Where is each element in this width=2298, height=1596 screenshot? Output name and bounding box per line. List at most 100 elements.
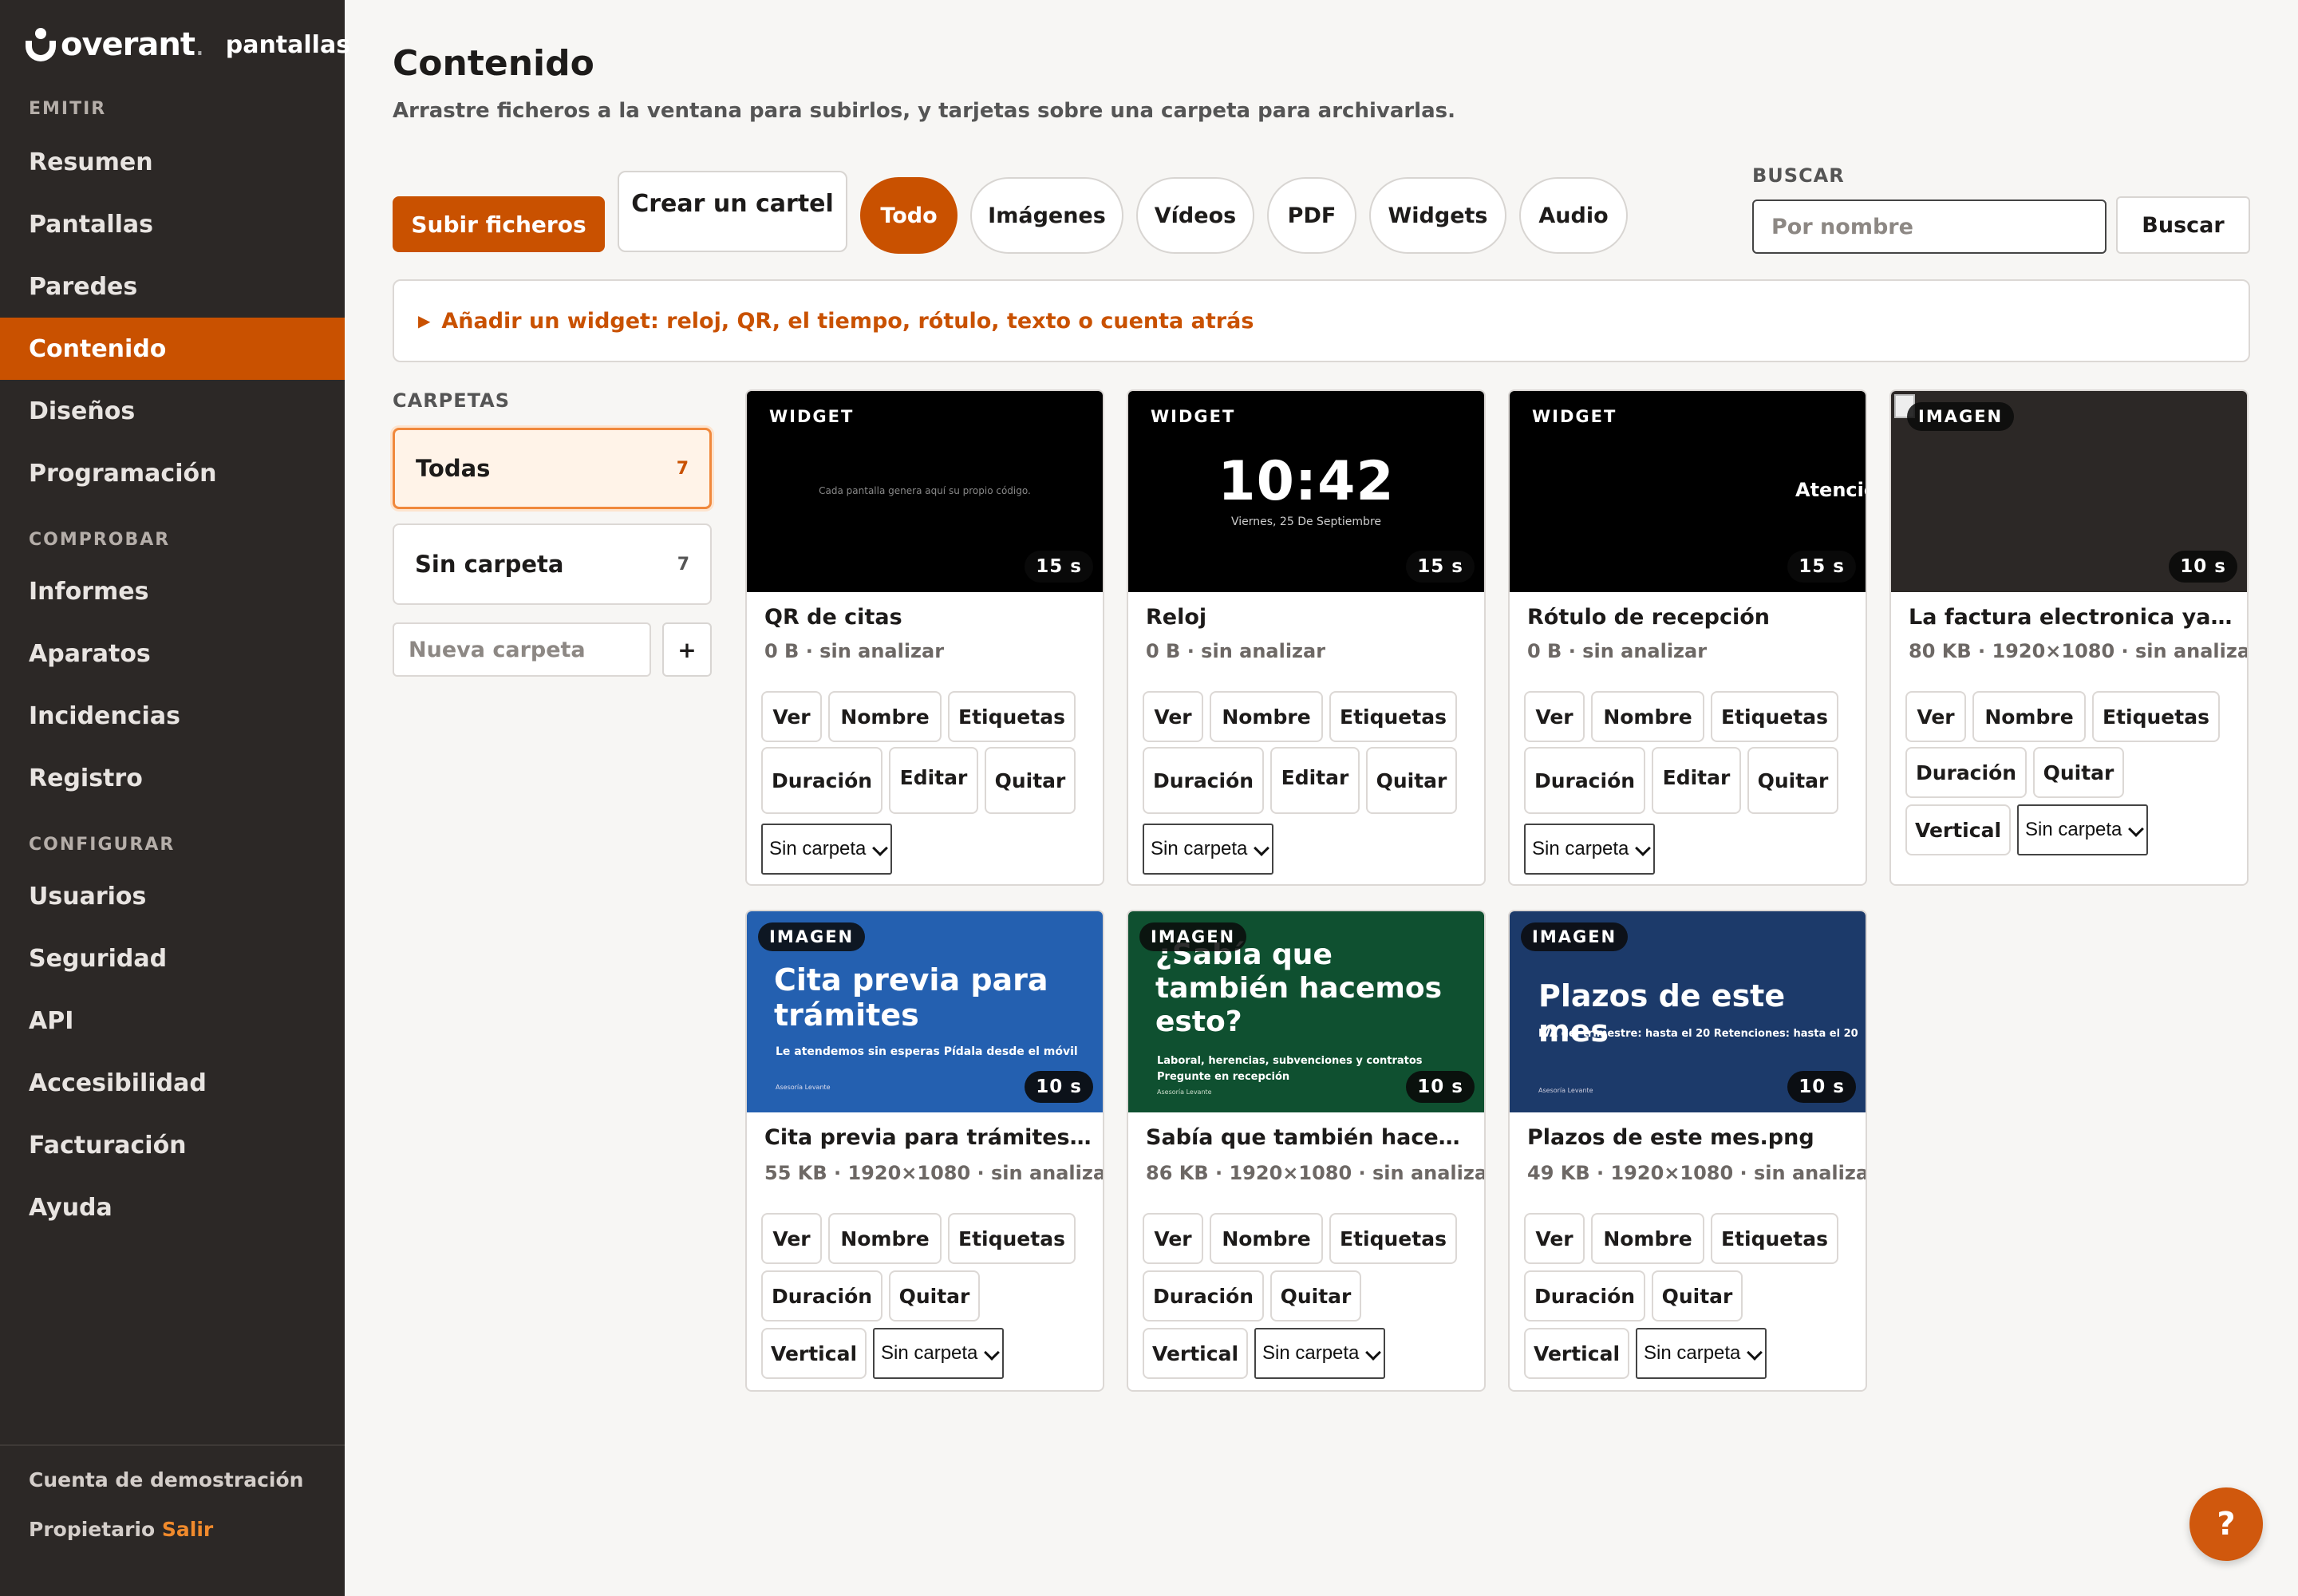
card-thumbnail[interactable]: WIDGET Atenció 15 s — [1510, 391, 1866, 592]
content-card-cita-previa[interactable]: IMAGEN Cita previa para trámites Le aten… — [745, 910, 1104, 1392]
nav-item-incidencias[interactable]: Incidencias — [0, 685, 345, 747]
view-button[interactable]: Ver — [1905, 691, 1966, 742]
vertical-button[interactable]: Vertical — [1524, 1328, 1629, 1379]
nav-item-programacion[interactable]: Programación — [0, 442, 345, 504]
folder-select[interactable]: Sin carpeta — [1524, 824, 1655, 875]
duration-button[interactable]: Duración — [1524, 1270, 1645, 1321]
tags-button[interactable]: Etiquetas — [1329, 1213, 1457, 1264]
folder-select[interactable]: Sin carpeta — [1143, 824, 1273, 875]
nav-item-usuarios[interactable]: Usuarios — [0, 865, 345, 927]
create-poster-button[interactable]: Crear un cartel — [618, 171, 847, 252]
duration-button[interactable]: Duración — [761, 1270, 882, 1321]
tags-button[interactable]: Etiquetas — [1711, 1213, 1838, 1264]
folder-todas[interactable]: Todas 7 — [393, 428, 712, 509]
tags-button[interactable]: Etiquetas — [1711, 691, 1838, 742]
content-card-plazos[interactable]: IMAGEN Plazos de este mes IVA del trimes… — [1508, 910, 1867, 1392]
folder-select[interactable]: Sin carpeta — [1254, 1328, 1385, 1379]
preview-footer: Asesoría Levante — [1157, 1088, 1212, 1096]
content-card-rotulo[interactable]: WIDGET Atenció 15 s Rótulo de recepción … — [1508, 389, 1867, 886]
nav-item-aparatos[interactable]: Aparatos — [0, 622, 345, 685]
content-card-factura[interactable]: IMAGEN 10 s La factura electronica ya es… — [1889, 389, 2249, 886]
duration-button[interactable]: Duración — [1143, 747, 1264, 814]
vertical-button[interactable]: Vertical — [1905, 804, 2011, 855]
content-card-reloj[interactable]: WIDGET 10:42 Viernes, 25 De Septiembre 1… — [1127, 389, 1486, 886]
tags-button[interactable]: Etiquetas — [1329, 691, 1457, 742]
clock-preview-date: Viernes, 25 De Septiembre — [1230, 516, 1382, 528]
folder-select[interactable]: Sin carpeta — [2017, 804, 2148, 855]
edit-button[interactable]: Editar — [1652, 747, 1741, 814]
duration-button[interactable]: Duración — [1905, 747, 2027, 798]
content-card-sabia-que[interactable]: ¿Sabía que también hacemos esto? IMAGEN … — [1127, 910, 1486, 1392]
filter-chip-widgets[interactable]: Widgets — [1369, 177, 1506, 254]
upload-files-button[interactable]: Subir ficheros — [393, 196, 605, 252]
card-thumbnail[interactable]: IMAGEN Plazos de este mes IVA del trimes… — [1510, 911, 1866, 1112]
edit-button[interactable]: Editar — [1270, 747, 1360, 814]
folder-select[interactable]: Sin carpeta — [873, 1328, 1004, 1379]
view-button[interactable]: Ver — [1524, 691, 1585, 742]
remove-button[interactable]: Quitar — [1366, 747, 1457, 814]
content-card-qr[interactable]: WIDGET Cada pantalla genera aquí su prop… — [745, 389, 1104, 886]
tags-button[interactable]: Etiquetas — [2092, 691, 2220, 742]
card-thumbnail[interactable]: WIDGET 10:42 Viernes, 25 De Septiembre 1… — [1128, 391, 1484, 592]
remove-button[interactable]: Quitar — [985, 747, 1076, 814]
rename-button[interactable]: Nombre — [1210, 1213, 1323, 1264]
tags-button[interactable]: Etiquetas — [948, 691, 1076, 742]
nav-item-paredes[interactable]: Paredes — [0, 255, 345, 318]
view-button[interactable]: Ver — [1524, 1213, 1585, 1264]
card-thumbnail[interactable]: IMAGEN Cita previa para trámites Le aten… — [747, 911, 1103, 1112]
filter-chip-imagenes[interactable]: Imágenes — [970, 177, 1123, 254]
filter-chip-pdf[interactable]: PDF — [1267, 177, 1356, 254]
nav-item-registro[interactable]: Registro — [0, 747, 345, 809]
remove-button[interactable]: Quitar — [2033, 747, 2124, 798]
nav-item-pantallas[interactable]: Pantallas — [0, 193, 345, 255]
view-button[interactable]: Ver — [1143, 1213, 1203, 1264]
view-button[interactable]: Ver — [761, 1213, 822, 1264]
page-subtitle: Arrastre ficheros a la ventana para subi… — [393, 99, 1455, 123]
brand-logo[interactable]: overant . pantallas — [24, 24, 350, 65]
add-widget-disclosure[interactable]: ▶ Añadir un widget: reloj, QR, el tiempo… — [393, 279, 2250, 362]
nav-item-facturacion[interactable]: Facturación — [0, 1114, 345, 1176]
folder-sin-carpeta[interactable]: Sin carpeta 7 — [393, 523, 712, 605]
card-thumbnail[interactable]: ¿Sabía que también hacemos esto? IMAGEN … — [1128, 911, 1484, 1112]
remove-button[interactable]: Quitar — [1270, 1270, 1361, 1321]
rename-button[interactable]: Nombre — [1972, 691, 2086, 742]
nav-item-api[interactable]: API — [0, 990, 345, 1052]
nav-item-informes[interactable]: Informes — [0, 560, 345, 622]
nav-item-seguridad[interactable]: Seguridad — [0, 927, 345, 990]
nav-item-contenido[interactable]: Contenido — [0, 318, 345, 380]
help-button[interactable]: ? — [2189, 1487, 2263, 1561]
view-button[interactable]: Ver — [761, 691, 822, 742]
rename-button[interactable]: Nombre — [828, 691, 942, 742]
card-thumbnail[interactable]: WIDGET Cada pantalla genera aquí su prop… — [747, 391, 1103, 592]
vertical-button[interactable]: Vertical — [761, 1328, 867, 1379]
nav-item-disenos[interactable]: Diseños — [0, 380, 345, 442]
logout-link[interactable]: Salir — [162, 1518, 213, 1541]
vertical-button[interactable]: Vertical — [1143, 1328, 1248, 1379]
remove-button[interactable]: Quitar — [889, 1270, 980, 1321]
duration-button[interactable]: Duración — [761, 747, 882, 814]
filter-chip-todo[interactable]: Todo — [860, 177, 958, 254]
tags-button[interactable]: Etiquetas — [948, 1213, 1076, 1264]
folder-select[interactable]: Sin carpeta — [761, 824, 892, 875]
new-folder-input[interactable] — [393, 622, 651, 677]
rename-button[interactable]: Nombre — [1591, 691, 1704, 742]
remove-button[interactable]: Quitar — [1747, 747, 1838, 814]
edit-button[interactable]: Editar — [889, 747, 978, 814]
search-input[interactable] — [1752, 200, 2106, 254]
nav-item-resumen[interactable]: Resumen — [0, 131, 345, 193]
search-button[interactable]: Buscar — [2116, 196, 2250, 254]
duration-button[interactable]: Duración — [1143, 1270, 1264, 1321]
folder-select[interactable]: Sin carpeta — [1636, 1328, 1767, 1379]
add-folder-button[interactable]: + — [662, 622, 712, 677]
filter-chip-videos[interactable]: Vídeos — [1136, 177, 1254, 254]
view-button[interactable]: Ver — [1143, 691, 1203, 742]
rename-button[interactable]: Nombre — [828, 1213, 942, 1264]
nav-item-ayuda[interactable]: Ayuda — [0, 1176, 345, 1238]
rename-button[interactable]: Nombre — [1210, 691, 1323, 742]
card-thumbnail[interactable]: IMAGEN 10 s — [1891, 391, 2247, 592]
duration-button[interactable]: Duración — [1524, 747, 1645, 814]
remove-button[interactable]: Quitar — [1652, 1270, 1743, 1321]
nav-item-accesibilidad[interactable]: Accesibilidad — [0, 1052, 345, 1114]
filter-chip-audio[interactable]: Audio — [1519, 177, 1628, 254]
rename-button[interactable]: Nombre — [1591, 1213, 1704, 1264]
